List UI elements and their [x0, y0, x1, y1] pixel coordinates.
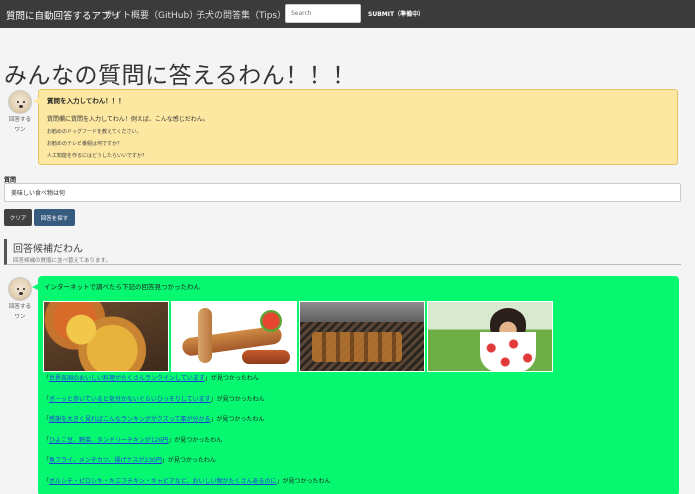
nav-link-tips[interactable]: 子犬の問答集（Tips）⌄	[196, 8, 294, 21]
question-instructions-bubble: 質問を入力してわん！！！ 質問欄に質問を入力してわん！例えば、こんな感じだわん。…	[33, 89, 678, 165]
example-question: 人工知能を作るにはどうしたらいいですか？	[47, 153, 147, 159]
pizza-image	[43, 301, 169, 372]
navbar: 質問に自動回答するアプリ サイト概要（GitHub） ⌄ 子犬の問答集（Tips）…	[0, 0, 695, 28]
answer-bubble: インターネットで調べたら下記の回答見つかったわん 「世界各国のおいしい料理がたく…	[32, 276, 679, 494]
candidates-subtitle: 回答候補の質順に並べ替えてあります。	[13, 258, 112, 264]
sausage-image	[171, 301, 297, 372]
page-title: みんなの質問に答えるわん！！！	[4, 63, 356, 89]
bot-name-line2: ワン	[14, 127, 26, 133]
result-link[interactable]: ボーッと歩いていると気付かないぐらいひっそりしています	[49, 396, 211, 403]
clear-button[interactable]: クリア	[4, 209, 32, 226]
list-item: 「感謝を大きく見ればこんなランキングがクズって事が分かる」が見つかったわん	[43, 416, 265, 423]
submit-button[interactable]: SUBMIT（準備中）	[368, 9, 424, 18]
bot-name-line2: ワン	[14, 314, 26, 320]
question-input[interactable]	[4, 183, 681, 202]
bubble-heading: 質問を入力してわん！！！	[47, 97, 125, 105]
bubble-instruction: 質問欄に質問を入力してわん！例えば、こんな感じだわん。	[47, 116, 209, 123]
nav-link-overview[interactable]: サイト概要（GitHub） ⌄	[104, 8, 206, 21]
answer-intro: インターネットで調べたら下記の回答見つかったわん	[44, 283, 200, 291]
bot-profile: 回答する ワン	[5, 90, 35, 134]
result-list: 「世界各国のおいしい料理がたくさんランクインしています」が見つかったわん 「ボー…	[43, 375, 673, 494]
list-item: 「魚フライ、メンチカツ、揚げナスが230円」が見つかったわん	[43, 457, 216, 464]
result-link[interactable]: 魚フライ、メンチカツ、揚げナスが230円	[49, 457, 162, 464]
list-item: 「ひよこ豆、野菜、タンドリーチキンが120円」が見つかったわん	[43, 436, 223, 444]
nav-brand[interactable]: 質問に自動回答するアプリ	[6, 8, 120, 22]
puppy-image	[427, 301, 553, 372]
avatar	[8, 90, 32, 114]
result-link[interactable]: 感謝を大きく見ればこんなランキングがクズって事が分かる	[49, 416, 210, 423]
find-answer-button[interactable]: 回答を探す	[34, 209, 75, 226]
result-link[interactable]: ひよこ豆、野菜、タンドリーチキンが120円	[49, 437, 168, 444]
bbq-image	[299, 301, 425, 372]
bot-profile: 回答する ワン	[5, 277, 35, 321]
search-input[interactable]	[285, 4, 361, 23]
result-link[interactable]: 世界各国のおいしい料理がたくさんランクインしています	[49, 375, 205, 382]
result-link[interactable]: ボルシチ・ピロシキ・キエフチキン・キャビアなど、おいしい物がたくさんあるのに	[49, 478, 277, 485]
bot-name-line1: 回答する	[8, 304, 31, 310]
example-question: お勧めのドッグフードを教えてください。	[47, 129, 142, 135]
list-item: 「世界各国のおいしい料理がたくさんランクインしています」が見つかったわん	[43, 375, 259, 382]
candidates-header: 回答候補だわん 回答候補の質順に並べ替えてあります。	[4, 239, 681, 265]
list-item: 「ボルシチ・ピロシキ・キエフチキン・キャビアなど、おいしい物がたくさんあるのに」…	[43, 477, 331, 485]
avatar	[8, 277, 32, 301]
candidates-title: 回答候補だわん	[13, 244, 83, 255]
list-item: 「ボーッと歩いていると気付かないぐらいひっそりしています」が見つかったわん	[43, 395, 265, 403]
example-question: お勧めのテレビ番組は何ですか？	[47, 141, 123, 147]
bot-name-line1: 回答する	[8, 117, 31, 123]
